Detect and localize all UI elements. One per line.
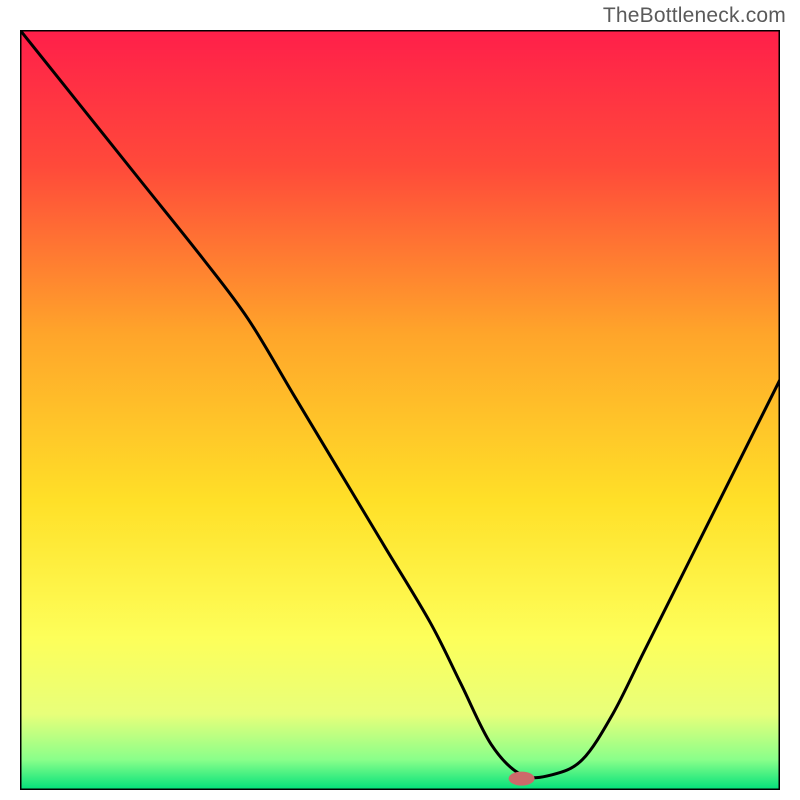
optimal-marker — [509, 772, 535, 786]
chart-container: TheBottleneck.com — [0, 0, 800, 800]
watermark-text: TheBottleneck.com — [603, 4, 786, 28]
gradient-background — [20, 30, 780, 790]
plot-area — [20, 30, 780, 790]
bottleneck-chart — [20, 30, 780, 790]
